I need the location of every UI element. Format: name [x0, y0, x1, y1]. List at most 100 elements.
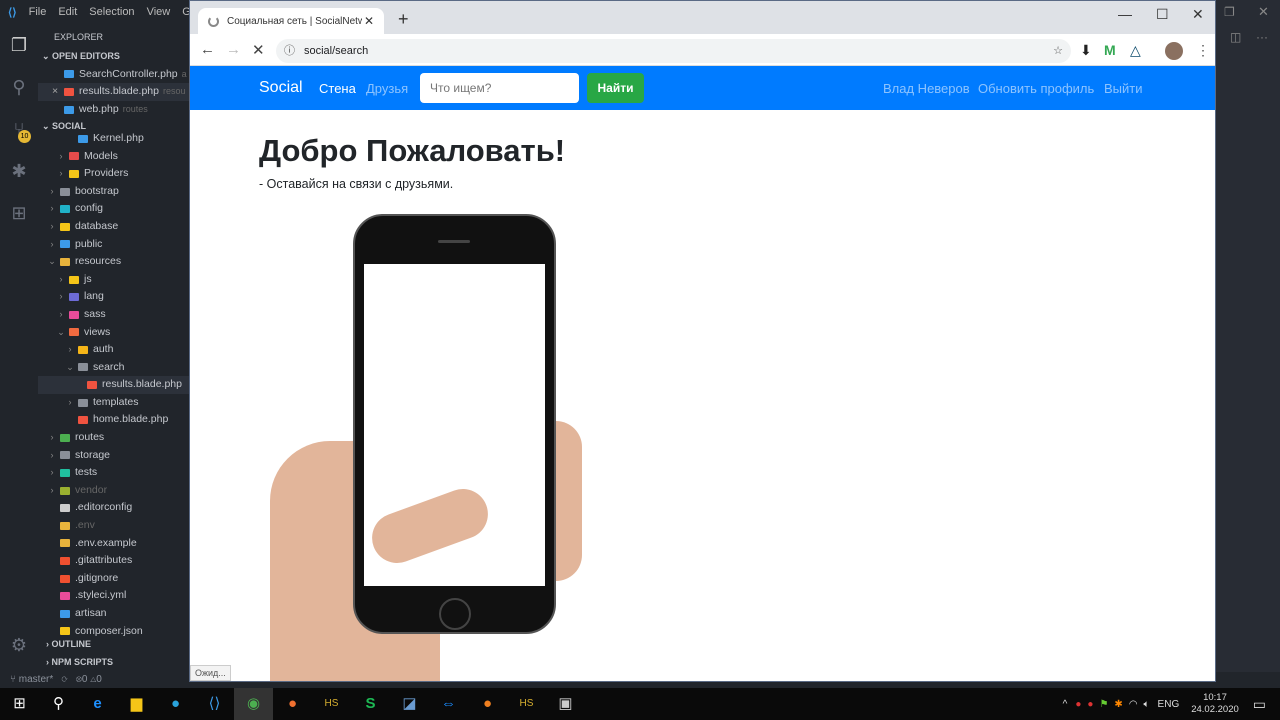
close-tab-icon[interactable]: ✕: [364, 14, 374, 28]
edge-icon[interactable]: e: [78, 688, 117, 720]
record-2-icon[interactable]: ●: [1087, 699, 1093, 710]
new-tab-icon[interactable]: +: [398, 9, 409, 30]
open-editor-item[interactable]: SearchController.php a: [38, 66, 189, 84]
close-editor-icon[interactable]: ×: [52, 83, 64, 101]
bookmark-star-icon[interactable]: ☆: [1053, 39, 1063, 63]
profile-avatar[interactable]: [1165, 42, 1183, 60]
skype-icon[interactable]: S: [351, 688, 390, 720]
tree-item[interactable]: › auth: [38, 341, 189, 359]
menu-file[interactable]: File: [29, 6, 47, 18]
menu-kebab-icon[interactable]: ⋮: [1196, 42, 1210, 59]
back-icon[interactable]: ←: [200, 41, 215, 58]
sync-icon[interactable]: ⟳: [62, 674, 68, 685]
tree-item[interactable]: › bootstrap: [38, 183, 189, 201]
stop-loading-icon[interactable]: ✕: [252, 41, 265, 59]
flag-icon[interactable]: ⚑: [1099, 699, 1108, 710]
search-input[interactable]: Что ищем?: [420, 73, 579, 103]
menu-edit[interactable]: Edit: [58, 6, 77, 18]
outline-section[interactable]: › OUTLINE: [42, 636, 91, 654]
tree-item[interactable]: ⌄ resources: [38, 253, 189, 271]
open-editor-item[interactable]: web.php routes: [38, 101, 189, 119]
heidisql-icon[interactable]: HS: [312, 688, 351, 720]
tree-item[interactable]: › tests: [38, 464, 189, 482]
tree-item[interactable]: .editorconfig: [38, 499, 189, 517]
minimize-icon[interactable]: —: [1118, 6, 1132, 22]
tree-item[interactable]: home.blade.php: [38, 411, 189, 429]
tray-expand-icon[interactable]: ^: [1063, 699, 1068, 710]
close-icon[interactable]: ✕: [1192, 6, 1204, 23]
nav-friends[interactable]: Друзья: [366, 81, 408, 96]
alice-extension-icon[interactable]: △: [1130, 42, 1141, 59]
more-actions-icon[interactable]: ···: [1256, 30, 1268, 44]
open-editor-item[interactable]: × results.blade.php resou: [38, 83, 189, 101]
remote-desktop-icon[interactable]: ▣: [546, 688, 585, 720]
tree-item[interactable]: › storage: [38, 447, 189, 465]
tree-item[interactable]: › config: [38, 200, 189, 218]
firefox-icon[interactable]: ●: [273, 688, 312, 720]
source-control-icon[interactable]: ⑂ 10: [0, 108, 38, 150]
warning-count[interactable]: 0: [96, 674, 102, 685]
settings-gear-icon[interactable]: ⚙: [0, 624, 38, 666]
site-brand[interactable]: Social: [259, 79, 303, 97]
tree-item[interactable]: .env: [38, 517, 189, 535]
restore-icon[interactable]: ❐: [1224, 5, 1235, 19]
debug-icon[interactable]: ✱: [0, 150, 38, 192]
git-branch[interactable]: master*: [19, 674, 53, 685]
nav-update-profile[interactable]: Обновить профиль: [978, 81, 1094, 96]
extensions-icon[interactable]: ⊞: [0, 192, 38, 234]
chrome-icon[interactable]: ◉: [234, 688, 273, 720]
tree-item[interactable]: › Models: [38, 148, 189, 166]
file-explorer-icon[interactable]: ▆: [117, 688, 156, 720]
maximize-icon[interactable]: ☐: [1156, 6, 1169, 23]
download-extension-icon[interactable]: ⬇: [1080, 42, 1092, 59]
teamviewer-icon[interactable]: ⇔: [429, 688, 468, 720]
language-indicator[interactable]: ENG: [1158, 699, 1180, 710]
tree-item[interactable]: .styleci.yml: [38, 587, 189, 605]
volume-icon[interactable]: 🔈︎: [1144, 699, 1150, 710]
split-editor-icon[interactable]: ◫: [1230, 30, 1241, 44]
tree-item[interactable]: .gitignore: [38, 570, 189, 588]
menu-view[interactable]: View: [147, 6, 171, 18]
address-bar[interactable]: ⓘ social/search ☆: [276, 39, 1071, 63]
start-icon[interactable]: ⊞: [0, 688, 39, 720]
gmail-extension-icon[interactable]: M: [1104, 42, 1116, 58]
menu-selection[interactable]: Selection: [89, 6, 134, 18]
fl-studio-icon[interactable]: ●: [468, 688, 507, 720]
wifi-icon[interactable]: ◠: [1129, 699, 1138, 710]
tree-item[interactable]: ⌄ search: [38, 359, 189, 377]
explorer-icon[interactable]: ❐: [0, 24, 38, 66]
avast-icon[interactable]: ✱: [1114, 699, 1122, 710]
open-editors-header[interactable]: ⌄ OPEN EDITORS: [38, 48, 189, 66]
nav-user-name[interactable]: Влад Неверов: [883, 81, 970, 96]
tree-item[interactable]: › database: [38, 218, 189, 236]
clock[interactable]: 10:17 24.02.2020: [1191, 692, 1239, 716]
close-window-icon[interactable]: ✕: [1258, 4, 1269, 20]
mysql-workbench-icon[interactable]: ◪: [390, 688, 429, 720]
record-icon[interactable]: ●: [1075, 699, 1081, 710]
tree-item[interactable]: › Providers: [38, 165, 189, 183]
nav-wall[interactable]: Стена: [319, 81, 356, 96]
tree-item[interactable]: ⌄ views: [38, 324, 189, 342]
forward-icon[interactable]: →: [226, 41, 241, 58]
tree-item[interactable]: results.blade.php: [38, 376, 189, 394]
tree-item[interactable]: › lang: [38, 288, 189, 306]
tree-item[interactable]: .gitattributes: [38, 552, 189, 570]
tree-item[interactable]: .env.example: [38, 535, 189, 553]
tree-item[interactable]: › vendor: [38, 482, 189, 500]
tree-item[interactable]: artisan: [38, 605, 189, 623]
search-taskbar-icon[interactable]: ⚲: [39, 688, 78, 720]
heidisql-2-icon[interactable]: HS: [507, 688, 546, 720]
npm-scripts-section[interactable]: › NPM SCRIPTS: [42, 654, 113, 672]
tree-item[interactable]: › routes: [38, 429, 189, 447]
telegram-icon[interactable]: ●: [156, 688, 195, 720]
vscode-icon[interactable]: ⟨⟩: [195, 688, 234, 720]
browser-tab[interactable]: Социальная сеть | SocialNetwork ✕: [198, 8, 384, 34]
notifications-icon[interactable]: ▭: [1253, 696, 1266, 713]
tree-item[interactable]: › templates: [38, 394, 189, 412]
tree-item[interactable]: › js: [38, 271, 189, 289]
tree-item[interactable]: › sass: [38, 306, 189, 324]
search-icon[interactable]: ⚲: [0, 66, 38, 108]
nav-logout[interactable]: Выйти: [1104, 81, 1143, 96]
error-count[interactable]: 0: [82, 674, 88, 685]
tree-item[interactable]: › public: [38, 236, 189, 254]
